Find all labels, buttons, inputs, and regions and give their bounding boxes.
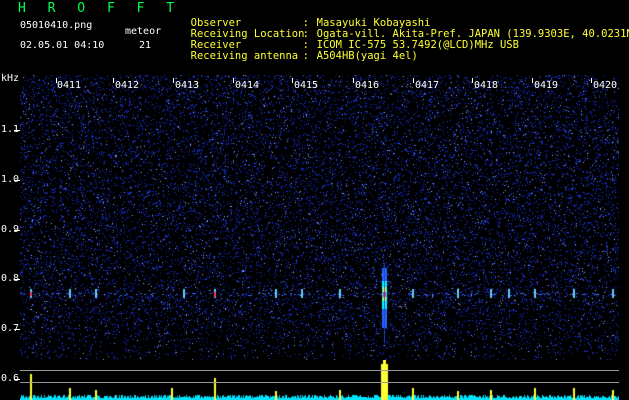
x-tick-label: 0419 [534, 80, 559, 91]
signal-level-strip [20, 360, 619, 400]
x-tick [591, 78, 592, 83]
antenna-label: Receiving antenna [190, 50, 299, 62]
meteor-count: 21 [139, 40, 152, 51]
date-time: 02.05.01 04:10 [20, 40, 105, 51]
x-tick [472, 78, 473, 83]
x-tick [353, 78, 354, 83]
y-axis-unit: kHz [1, 73, 20, 84]
x-tick-label: 0413 [175, 80, 200, 91]
level-line-upper [20, 370, 619, 371]
x-tick [292, 78, 293, 83]
x-tick-label: 0416 [355, 80, 380, 91]
x-tick-label: 0414 [235, 80, 260, 91]
x-tick-label: 0420 [593, 80, 618, 91]
x-tick [113, 78, 114, 83]
x-tick [233, 78, 234, 83]
x-tick [413, 78, 414, 83]
x-tick-label: 0412 [115, 80, 140, 91]
x-tick [173, 78, 174, 83]
meteor-label: meteor [125, 26, 162, 37]
separator: : [302, 50, 309, 62]
antenna-value: A504HB(yagi 4el) [316, 50, 418, 62]
x-tick-label: 0417 [415, 80, 440, 91]
x-tick-label: 0411 [57, 80, 82, 91]
file-name: 05010410.png [20, 20, 93, 31]
app-brand: H R O F F T [18, 1, 182, 16]
x-tick-label: 0415 [294, 80, 319, 91]
x-tick [532, 78, 533, 83]
x-tick-label: 0418 [474, 80, 499, 91]
antenna-line: Receiving antenna: A504HB(yagi 4el) [178, 38, 418, 62]
level-line-lower [20, 382, 619, 383]
spectrogram [20, 75, 619, 400]
